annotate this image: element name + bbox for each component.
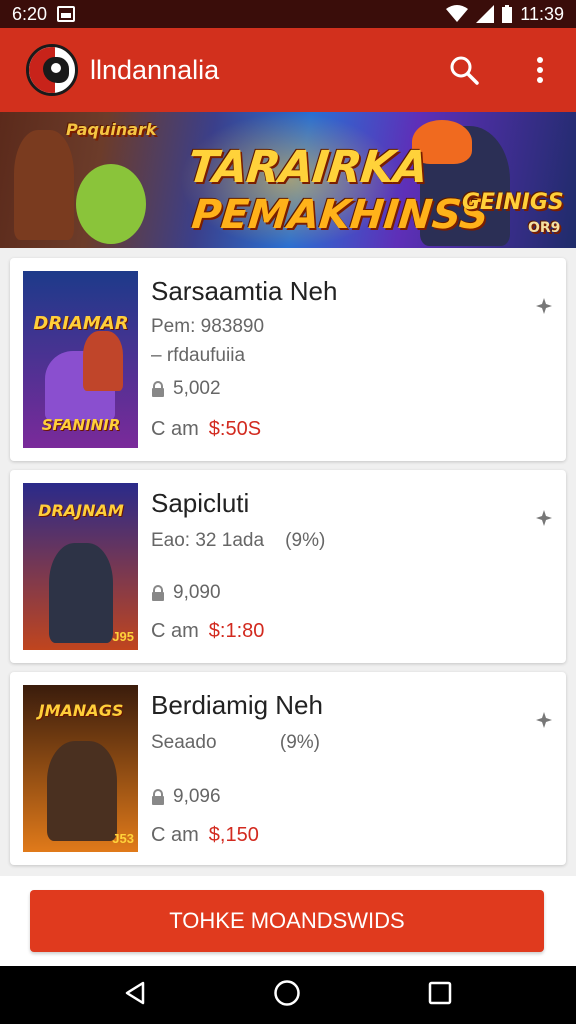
- back-button[interactable]: [124, 981, 146, 1010]
- game-meta-1: Pem: 983890: [151, 316, 265, 337]
- game-meta-2: – rfdaufuiia: [151, 345, 246, 366]
- game-size: 9,090: [173, 582, 221, 603]
- card-options-button[interactable]: [534, 710, 554, 730]
- status-time-left: 6:20: [12, 3, 48, 24]
- game-size-row: 9,090: [151, 582, 221, 604]
- sparkle-icon: [536, 510, 552, 526]
- recents-button[interactable]: [428, 981, 452, 1010]
- bird-logo-icon: [43, 57, 69, 83]
- wifi-icon: [446, 5, 469, 22]
- home-button[interactable]: [273, 979, 301, 1012]
- game-size: 5,002: [173, 378, 221, 399]
- thumb-footer: J53: [112, 831, 134, 846]
- banner-hero-left: [14, 130, 74, 240]
- game-title: Sapicluti: [151, 488, 250, 518]
- game-price: $:50S: [208, 418, 262, 440]
- game-title: Sarsaamtia Neh: [151, 276, 338, 306]
- banner-small-title: Paquinark: [66, 120, 157, 139]
- bottom-action-area: TOHKE MOANDSWIDS: [0, 876, 576, 966]
- system-nav-bar: [0, 966, 576, 1024]
- thumb-title: DRAJNAM: [38, 501, 124, 520]
- price-label: C am: [151, 418, 199, 440]
- price-row: C am $,150: [151, 824, 259, 847]
- back-triangle-icon: [125, 981, 144, 1004]
- price-row: C am $:50S: [151, 418, 261, 441]
- banner-headline-2: PEMAKHINSS: [189, 192, 491, 238]
- banner-badge-sub: OR9: [528, 220, 561, 236]
- thumb-title: DRIAMAR: [33, 313, 129, 334]
- game-price: $:1:80: [208, 620, 265, 642]
- promo-banner[interactable]: Paquinark TARAIRKA PEMAKHINSS GEINIGS OR…: [0, 112, 576, 248]
- lock-icon: [152, 789, 164, 805]
- signal-icon: [476, 5, 495, 23]
- app-logo[interactable]: [26, 44, 78, 96]
- game-thumbnail: DRAJNAM J95: [23, 483, 138, 650]
- game-thumbnail: DRIAMAR SFANINIR: [23, 271, 138, 448]
- game-card[interactable]: JMANAGS J53 Berdiamig Neh Seaado (9%) 9,…: [10, 672, 566, 865]
- overflow-menu-button[interactable]: [522, 52, 558, 88]
- app-title: llndannalia: [90, 54, 220, 85]
- sparkle-icon: [536, 298, 552, 314]
- game-card[interactable]: DRIAMAR SFANINIR Sarsaamtia Neh Pem: 983…: [10, 258, 566, 461]
- game-thumbnail: JMANAGS J53: [23, 685, 138, 852]
- primary-cta-button[interactable]: TOHKE MOANDSWIDS: [30, 890, 544, 952]
- banner-badge: GEINIGS: [462, 190, 564, 215]
- price-row: C am $:1:80: [151, 620, 264, 643]
- thumb-title: JMANAGS: [38, 701, 124, 720]
- lock-icon: [152, 585, 164, 601]
- status-time-right: 11:39: [520, 3, 564, 24]
- game-size: 9,096: [173, 786, 221, 807]
- card-options-button[interactable]: [534, 508, 554, 528]
- lock-icon: [152, 381, 164, 397]
- gallery-notification-icon: [57, 6, 76, 22]
- status-bar: 6:20 11:39: [0, 0, 576, 28]
- recents-square-icon: [429, 981, 452, 1004]
- home-circle-icon: [274, 979, 300, 1006]
- game-title: Berdiamig Neh: [151, 690, 323, 720]
- game-meta-1: Seaado (9%): [151, 732, 320, 753]
- more-vert-icon: [537, 57, 543, 83]
- sparkle-icon: [536, 712, 552, 728]
- game-card[interactable]: DRAJNAM J95 Sapicluti Eao: 32 1ada (9%) …: [10, 470, 566, 663]
- thumb-footer: J95: [112, 629, 134, 644]
- game-meta-1: Eao: 32 1ada (9%): [151, 530, 326, 551]
- thumb-footer: SFANINIR: [41, 416, 121, 434]
- price-label: C am: [151, 620, 199, 642]
- card-options-button[interactable]: [534, 296, 554, 316]
- banner-headline-1: TARAIRKA: [185, 142, 430, 193]
- game-price: $,150: [208, 824, 259, 846]
- battery-icon: [502, 5, 513, 23]
- price-label: C am: [151, 824, 199, 846]
- search-icon: [450, 56, 479, 85]
- game-size-row: 5,002: [151, 378, 221, 400]
- game-size-row: 9,096: [151, 786, 221, 808]
- app-bar: llndannalia: [0, 28, 576, 112]
- search-button[interactable]: [446, 52, 482, 88]
- banner-green-creature: [76, 164, 146, 244]
